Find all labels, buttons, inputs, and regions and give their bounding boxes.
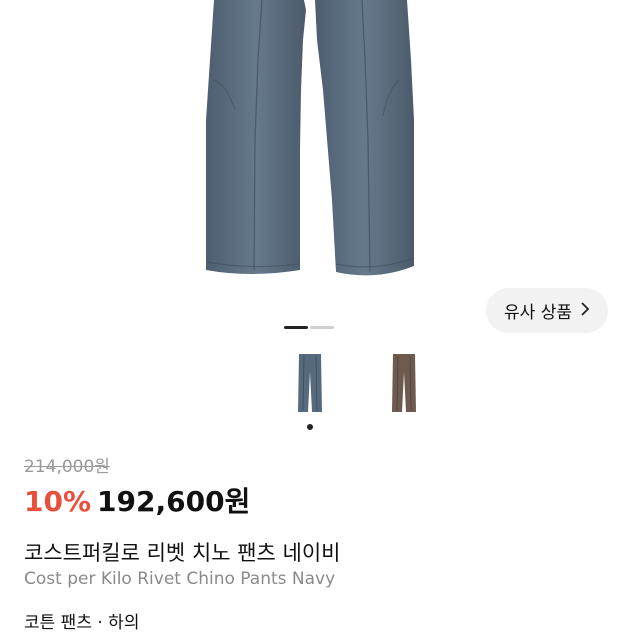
carousel-indicator [284, 326, 334, 329]
product-category[interactable]: 코튼 팬츠 · 하의 [24, 608, 139, 633]
carousel-dot-active[interactable] [284, 326, 308, 329]
sale-price: 192,600원 [97, 485, 251, 518]
similar-products-label: 유사 상품 [504, 303, 572, 323]
thumbnail-navy[interactable] [280, 348, 340, 418]
product-name-korean: 코스트퍼킬로 리벳 치노 팬츠 네이비 [24, 541, 341, 565]
chevron-right-icon [580, 301, 590, 321]
original-price: 214,000원 [24, 457, 110, 477]
pants-image [206, 0, 415, 276]
price-row: 10% 192,600원 [24, 480, 250, 520]
carousel-dot[interactable] [310, 326, 334, 329]
color-thumbnails [280, 348, 434, 418]
thumbnail-selected-dot [307, 424, 313, 430]
product-name-english: Cost per Kilo Rivet Chino Pants Navy [24, 569, 336, 589]
discount-rate: 10% [24, 485, 92, 518]
thumbnail-brown[interactable] [374, 348, 434, 418]
product-image[interactable] [0, 0, 620, 300]
similar-products-button[interactable]: 유사 상품 [486, 288, 608, 333]
